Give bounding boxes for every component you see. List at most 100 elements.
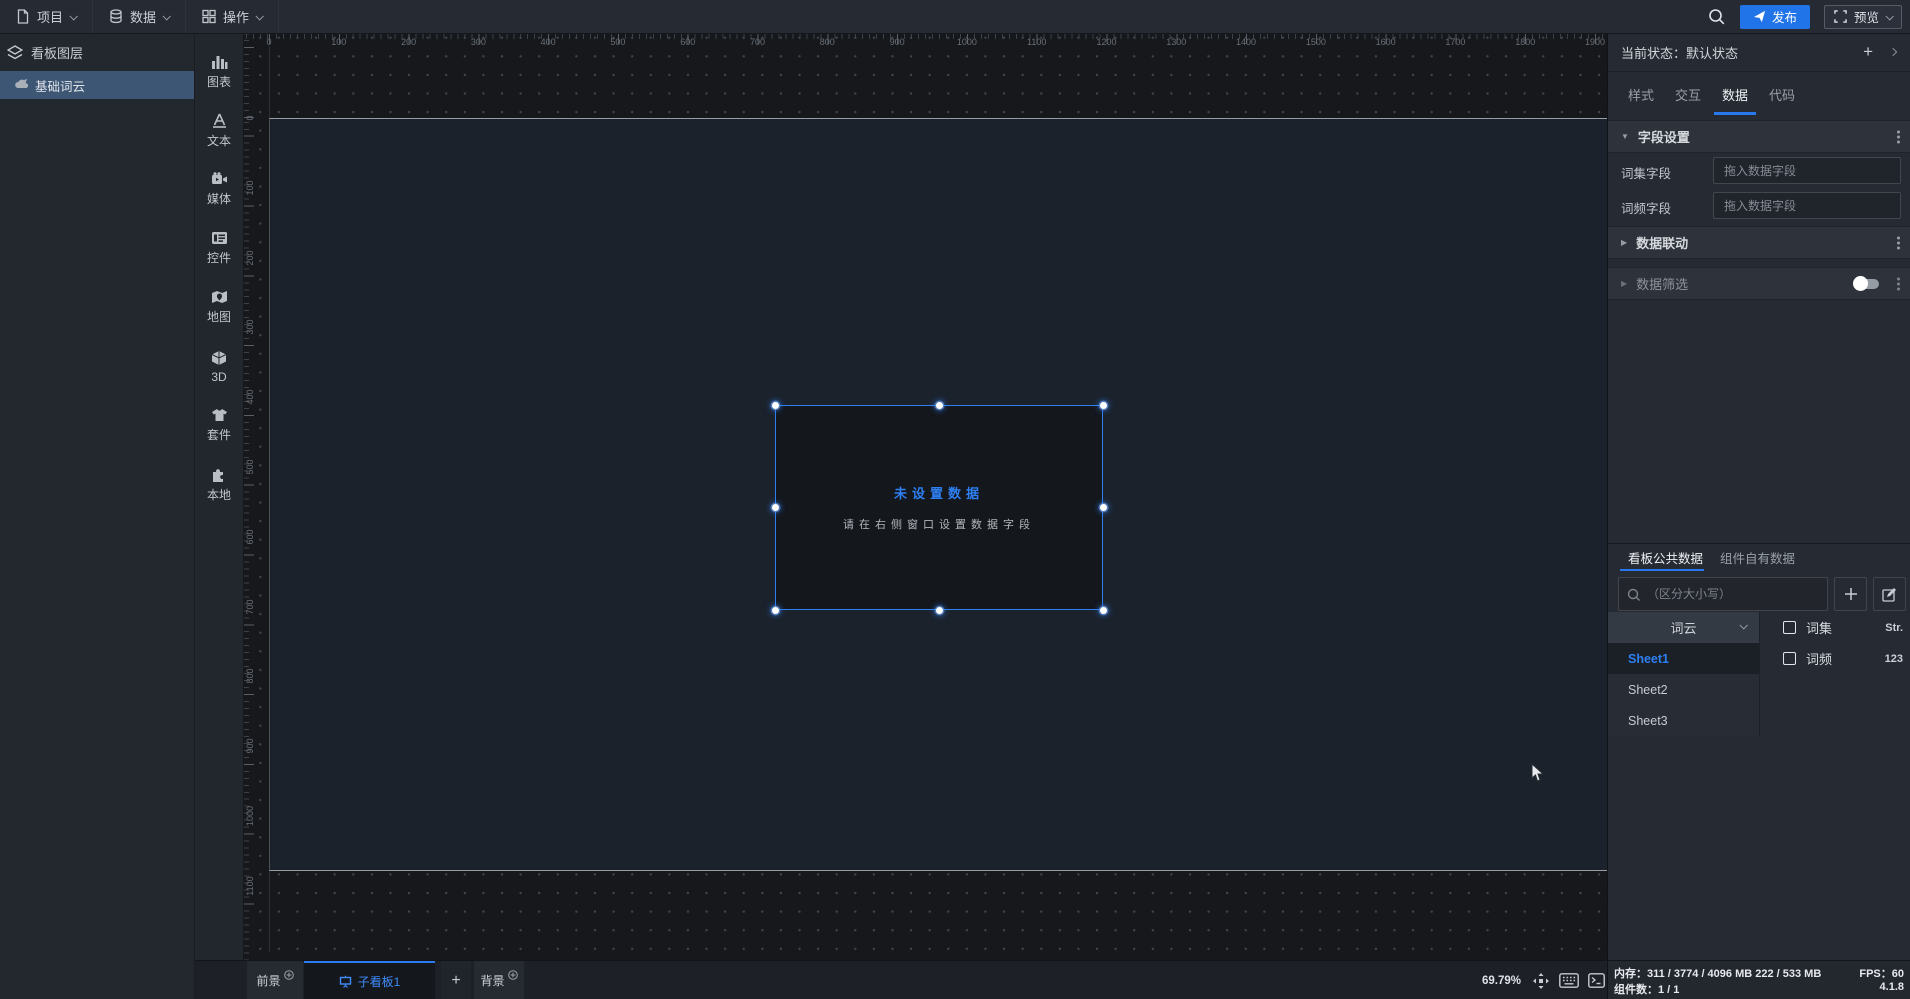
toolbar-item-text[interactable]: 文本 (195, 101, 243, 160)
tab-interaction[interactable]: 交互 (1675, 72, 1701, 116)
h-ruler-label: 1200 (1096, 37, 1117, 47)
publish-button[interactable]: 发布 (1739, 4, 1810, 29)
tab-code[interactable]: 代码 (1769, 72, 1795, 116)
h-ruler-label: 1700 (1445, 37, 1466, 47)
toolbar-item-label: 文本 (206, 133, 231, 148)
toolbar-item-label: 地图 (206, 310, 231, 324)
bottom-bar-tools: 69.79% (1482, 961, 1605, 999)
v-ruler-label: 400 (245, 389, 255, 405)
toolbar-item-label: 控件 (206, 251, 231, 265)
selected-wordcloud-component[interactable]: 未设置数据 请在右侧窗口设置数据字段 (772, 402, 1107, 614)
checkbox-unchecked[interactable] (1783, 652, 1796, 665)
wordset-field-input[interactable] (1713, 157, 1901, 184)
h-ruler-label: 1400 (1236, 37, 1257, 47)
section-field-settings[interactable]: ▼ 字段设置 (1608, 120, 1910, 153)
wordfreq-field-input[interactable] (1713, 192, 1901, 219)
v-ruler-label: 700 (245, 599, 255, 615)
v-ruler-label: 800 (245, 668, 255, 684)
keyboard-icon[interactable] (1559, 973, 1579, 988)
toolbar-item-widget[interactable]: 控件 (195, 219, 243, 278)
data-field-row-wordfreq[interactable]: 词频 123 (1760, 643, 1910, 674)
toolbar-item-label: 媒体 (206, 192, 231, 206)
edit-dataset-button[interactable] (1873, 577, 1906, 611)
add-subboard-button[interactable]: + (441, 961, 471, 999)
data-field-row-wordset[interactable]: 词集 Str. (1760, 612, 1910, 643)
layers-panel-header: 看板图层 (0, 34, 194, 71)
data-search-input[interactable] (1619, 578, 1827, 610)
toolbar-item-kit[interactable]: 套件 (195, 396, 243, 455)
v-ruler-label: 1100 (245, 876, 255, 896)
fit-screen-icon[interactable] (1532, 972, 1550, 990)
chevron-down-icon (69, 11, 78, 21)
v-ruler-label: 1000 (245, 805, 255, 826)
tab-style[interactable]: 样式 (1628, 72, 1654, 116)
menu-data[interactable]: 数据 (93, 0, 187, 33)
tab-component-own-data[interactable]: 组件自有数据 (1720, 544, 1795, 571)
toolbar-item-chart[interactable]: 图表 (195, 42, 243, 101)
v-ruler-label: 300 (245, 319, 255, 335)
subboard-tab-active[interactable]: 子看板1 (304, 961, 435, 999)
plus-circle-icon[interactable] (283, 969, 294, 980)
resize-handle-s[interactable] (936, 607, 943, 614)
resize-handle-e[interactable] (1100, 504, 1107, 511)
file-icon (17, 9, 29, 24)
h-ruler-label: 900 (889, 37, 905, 47)
add-state-button[interactable]: + (1863, 42, 1873, 62)
plus-circle-icon[interactable] (507, 969, 518, 980)
resize-handle-nw[interactable] (772, 402, 779, 409)
status-info: 内存：311 / 3774 / 4096 MB 222 / 533 MB FPS… (1607, 960, 1910, 999)
layer-item-wordcloud[interactable]: 基础词云 (0, 71, 194, 99)
chevron-right-icon[interactable] (1888, 47, 1898, 57)
resize-handle-sw[interactable] (772, 607, 779, 614)
toolbar-item-3d[interactable]: 3D (195, 337, 243, 396)
toolbar-item-local[interactable]: 本地 (195, 455, 243, 514)
wordcloud-icon (15, 79, 28, 89)
h-ruler-label: 1600 (1375, 37, 1396, 47)
terminal-icon[interactable] (1588, 973, 1605, 988)
toolbar-item-media[interactable]: 媒体 (195, 160, 243, 219)
section-data-link[interactable]: ▶ 数据联动 (1608, 226, 1910, 259)
kebab-menu-icon[interactable] (1897, 130, 1900, 143)
resize-handle-ne[interactable] (1100, 402, 1107, 409)
send-icon (1753, 10, 1766, 23)
dataset-dropdown[interactable]: 词云 (1608, 612, 1760, 643)
resize-handle-w[interactable] (772, 504, 779, 511)
add-dataset-button[interactable] (1834, 577, 1867, 611)
data-field-type: 123 (1884, 652, 1903, 665)
sheet-item-3[interactable]: Sheet3 (1608, 705, 1760, 736)
h-ruler-label: 200 (401, 37, 417, 47)
data-filter-toggle-off[interactable] (1853, 276, 1879, 291)
section-data-filter[interactable]: ▶ 数据筛选 (1608, 267, 1910, 300)
sheet-item-2[interactable]: Sheet2 (1608, 674, 1760, 705)
sheet-item-1[interactable]: Sheet1 (1608, 643, 1760, 674)
tab-data[interactable]: 数据 (1714, 72, 1757, 116)
component-toolbar: 图表 文本 媒体 控件 地图 3D 套件 本地 (195, 34, 244, 999)
kebab-menu-icon[interactable] (1897, 277, 1900, 290)
search-icon[interactable] (1708, 8, 1726, 26)
layers-panel-title: 看板图层 (31, 46, 84, 61)
checkbox-unchecked[interactable] (1783, 621, 1796, 634)
toolbar-item-label: 图表 (206, 74, 231, 89)
foreground-tab[interactable]: 前景 (247, 961, 303, 999)
preview-button[interactable]: 预览 (1823, 4, 1902, 29)
text-icon (212, 113, 226, 128)
topbar-right: 发布 预览 (1708, 4, 1910, 29)
design-canvas[interactable]: 0 100 200 300 400 500 600 700 800 900 1000 1100 1200… (244, 34, 1607, 960)
v-ruler-label: 900 (245, 738, 255, 754)
h-ruler-label: 0 (266, 37, 272, 47)
h-ruler-label: 100 (331, 37, 347, 47)
menu-project[interactable]: 项目 (0, 0, 94, 33)
tab-board-shared-data[interactable]: 看板公共数据 (1619, 544, 1705, 571)
resize-handle-n[interactable] (936, 402, 943, 409)
menu-operate-label: 操作 (223, 10, 250, 25)
fps-info: FPS：60 (1859, 968, 1904, 980)
resize-handle-se[interactable] (1100, 607, 1107, 614)
kebab-menu-icon[interactable] (1897, 236, 1900, 249)
background-tab[interactable]: 背景 (474, 961, 524, 999)
topbar: 项目 数据 操作 发布 预览 (0, 0, 1910, 34)
data-field-name: 词频 (1806, 652, 1833, 667)
toolbar-item-map[interactable]: 地图 (195, 278, 243, 337)
app-window: 项目 数据 操作 发布 预览 看板图层 基础词云 图表 文本 媒体 控件 地图 … (0, 0, 1910, 999)
toolbar-item-label: 套件 (206, 428, 231, 442)
menu-operate[interactable]: 操作 (186, 0, 280, 33)
